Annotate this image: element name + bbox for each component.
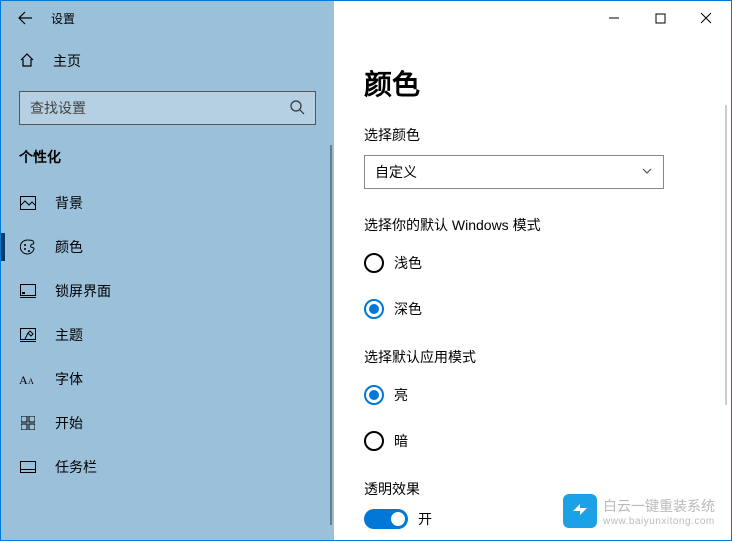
- radio-label: 亮: [394, 385, 408, 405]
- watermark-logo-icon: [563, 494, 597, 528]
- app-mode-light-radio[interactable]: 亮: [364, 377, 731, 413]
- radio-label: 浅色: [394, 253, 422, 273]
- windows-mode-group: 浅色 深色: [364, 245, 731, 327]
- main-scrollbar[interactable]: [725, 105, 727, 405]
- radio-icon: [364, 299, 384, 319]
- app-mode-group: 亮 暗: [364, 377, 731, 459]
- close-icon: [700, 12, 712, 24]
- home-icon: [19, 52, 35, 71]
- themes-icon: [19, 328, 37, 342]
- titlebar: 设置: [1, 1, 731, 35]
- sidebar-item-label: 颜色: [55, 237, 83, 257]
- radio-icon: [364, 431, 384, 451]
- sidebar-item-colors[interactable]: 颜色: [1, 225, 334, 269]
- chevron-down-icon: [641, 164, 653, 180]
- back-arrow-icon: [17, 10, 33, 26]
- page-title: 颜色: [364, 63, 731, 103]
- sidebar-item-label: 任务栏: [55, 457, 97, 477]
- sidebar-item-themes[interactable]: 主题: [1, 313, 334, 357]
- window-title: 设置: [51, 10, 75, 27]
- picture-icon: [19, 196, 37, 210]
- main-panel: 颜色 选择颜色 自定义 选择你的默认 Windows 模式 浅色 深色: [334, 35, 731, 540]
- start-icon: [19, 416, 37, 430]
- app-mode-dark-radio[interactable]: 暗: [364, 423, 731, 459]
- sidebar-item-label: 锁屏界面: [55, 281, 111, 301]
- svg-text:A: A: [28, 377, 34, 386]
- titlebar-right: [334, 1, 731, 35]
- maximize-button[interactable]: [637, 3, 683, 33]
- search-input[interactable]: [30, 100, 305, 116]
- watermark-text: 白云一键重装系统 www.baiyunxitong.com: [603, 496, 715, 527]
- watermark: 白云一键重装系统 www.baiyunxitong.com: [563, 494, 715, 528]
- app-mode-label: 选择默认应用模式: [364, 347, 731, 367]
- choose-color-dropdown[interactable]: 自定义: [364, 155, 664, 189]
- palette-icon: [19, 239, 37, 255]
- sidebar-item-label: 主题: [55, 325, 83, 345]
- sidebar-item-fonts[interactable]: AA 字体: [1, 357, 334, 401]
- sidebar-item-start[interactable]: 开始: [1, 401, 334, 445]
- minimize-button[interactable]: [591, 3, 637, 33]
- sidebar: 主页 个性化 背景 颜色: [1, 35, 334, 540]
- category-title: 个性化: [19, 147, 316, 167]
- radio-label: 深色: [394, 299, 422, 319]
- sidebar-item-taskbar[interactable]: 任务栏: [1, 445, 334, 489]
- watermark-line2: www.baiyunxitong.com: [603, 516, 715, 527]
- transparency-toggle[interactable]: [364, 509, 408, 529]
- maximize-icon: [655, 13, 666, 24]
- fonts-icon: AA: [19, 372, 37, 386]
- radio-icon: [364, 253, 384, 273]
- settings-window: 设置 主页: [1, 1, 731, 540]
- content: 主页 个性化 背景 颜色: [1, 35, 731, 540]
- sidebar-item-label: 字体: [55, 369, 83, 389]
- transparency-state: 开: [418, 509, 432, 529]
- minimize-icon: [608, 12, 620, 24]
- windows-mode-dark-radio[interactable]: 深色: [364, 291, 731, 327]
- taskbar-icon: [19, 461, 37, 473]
- choose-color-label: 选择颜色: [364, 125, 731, 145]
- svg-text:A: A: [19, 373, 28, 386]
- sidebar-item-label: 背景: [55, 193, 83, 213]
- close-button[interactable]: [683, 3, 729, 33]
- sidebar-item-background[interactable]: 背景: [1, 181, 334, 225]
- watermark-line1: 白云一键重装系统: [603, 496, 715, 516]
- sidebar-item-lockscreen[interactable]: 锁屏界面: [1, 269, 334, 313]
- home-link[interactable]: 主页: [1, 41, 334, 81]
- radio-icon: [364, 385, 384, 405]
- back-button[interactable]: [7, 1, 43, 35]
- windows-mode-light-radio[interactable]: 浅色: [364, 245, 731, 281]
- home-label: 主页: [53, 51, 81, 71]
- sidebar-item-label: 开始: [55, 413, 83, 433]
- lockscreen-icon: [19, 284, 37, 298]
- titlebar-left: 设置: [1, 1, 334, 35]
- search-box[interactable]: [19, 91, 316, 125]
- radio-label: 暗: [394, 431, 408, 451]
- windows-mode-label: 选择你的默认 Windows 模式: [364, 215, 731, 235]
- sidebar-scrollbar[interactable]: [330, 145, 332, 525]
- dropdown-value: 自定义: [375, 162, 417, 182]
- search-icon: [289, 99, 305, 118]
